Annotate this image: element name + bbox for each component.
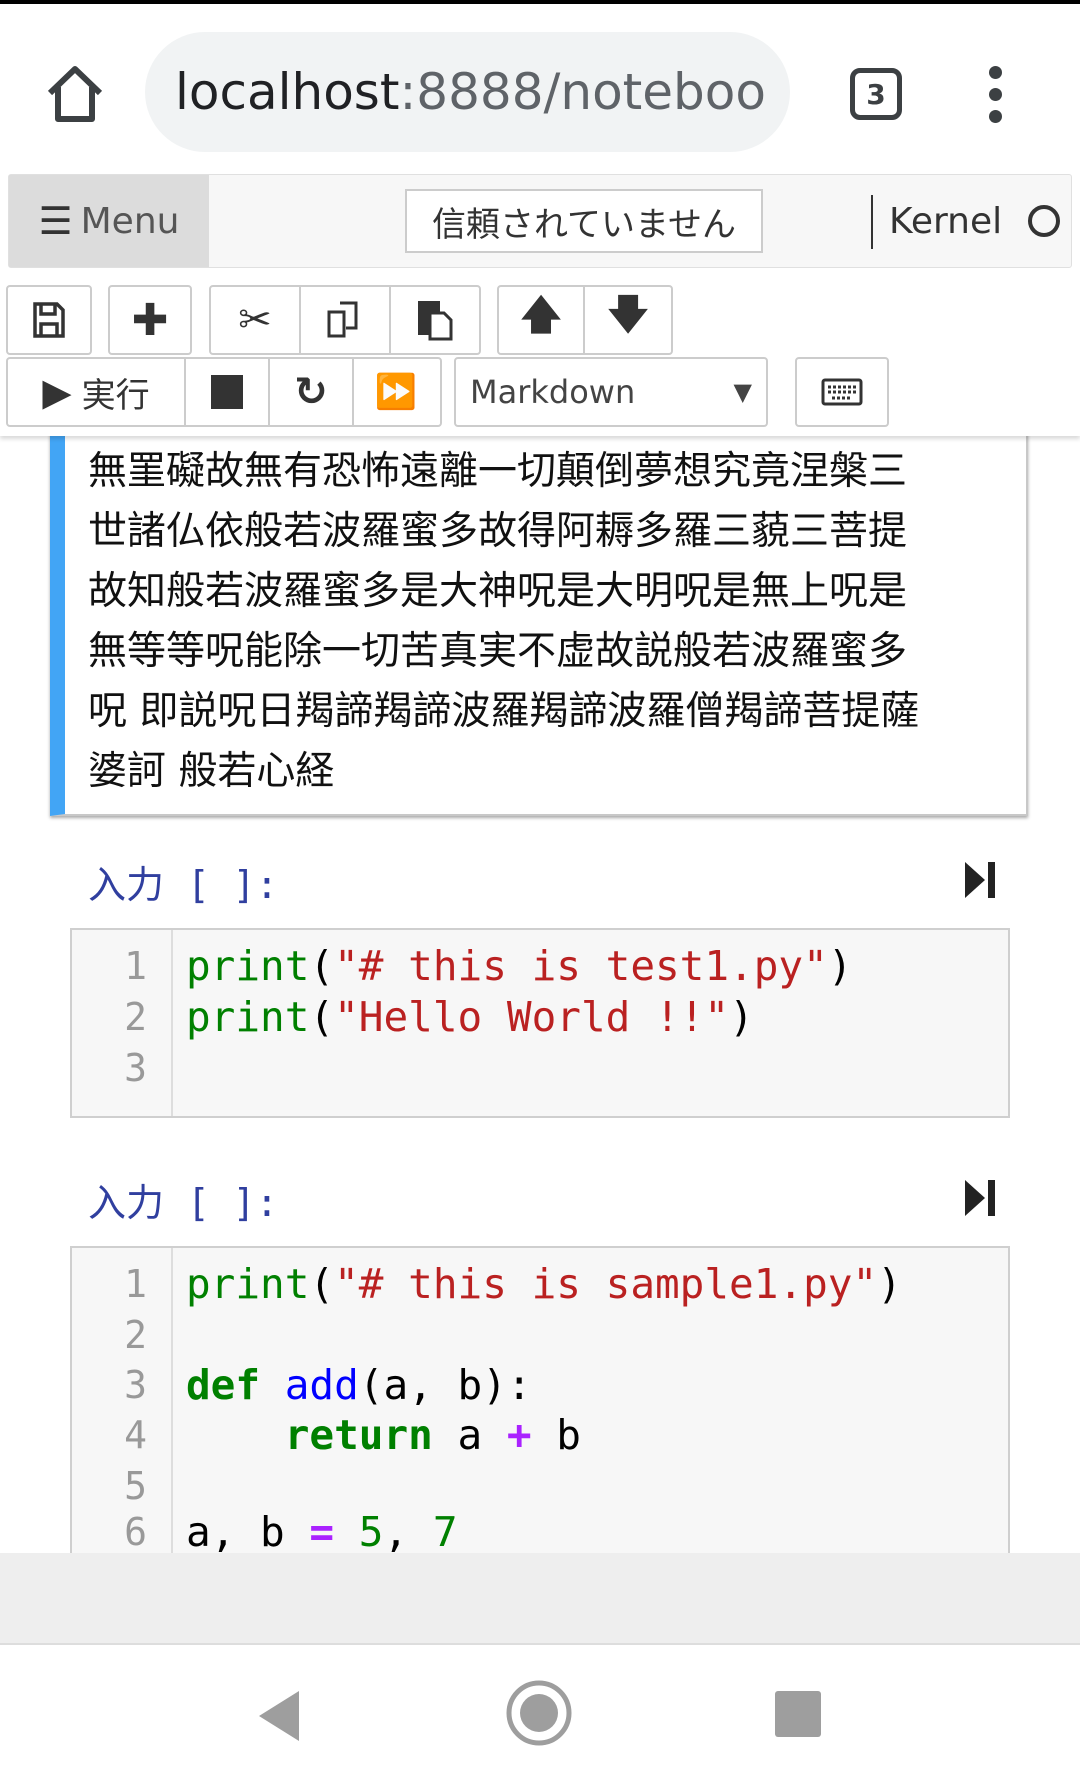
dropdown-arrow-icon: ▼ [733, 378, 752, 406]
home-nav-icon[interactable] [505, 1679, 573, 1747]
keyboard-shortcuts-button[interactable] [795, 357, 889, 427]
kernel-menu[interactable]: Kernel [889, 175, 1061, 267]
plus-icon: ✚ [131, 294, 169, 346]
hamburger-icon: ☰ [38, 199, 73, 243]
url-bar[interactable]: localhost:8888/noteboo [145, 32, 790, 152]
line-number: 4 [124, 1413, 147, 1457]
run-button[interactable]: ▶ 実行 [8, 359, 186, 425]
notebook-toolbar-area: ☰ Menu 信頼されていません Kernel ✚ ✂ 🡅 🡇 ▶ 実行 ↻ ⏩ M… [0, 172, 1080, 436]
move-down-button[interactable]: 🡇 [585, 287, 671, 353]
line-gutter: 1 2 3 4 5 6 [72, 1248, 173, 1553]
stop-icon [211, 375, 243, 409]
tab-switcher-button[interactable]: 3 [850, 68, 902, 120]
md-line: 故知般若波羅蜜多是大神呪是大明呪是無上呪是 [88, 569, 908, 614]
input-prompt: 入力 [ ]: [88, 1181, 279, 1225]
line-number: 3 [124, 1046, 147, 1090]
md-line: 世諸仏依般若波羅蜜多故得阿耨多羅三藐三菩提 [88, 509, 908, 554]
bottom-bar [0, 1553, 1080, 1645]
cell-type-select[interactable]: Markdown ▼ [454, 357, 768, 427]
markdown-text: 無罣礙故無有恐怖遠離一切顛倒夢想究竟涅槃三 世諸仏依般若波羅蜜多故得阿耨多羅三藐… [88, 442, 1018, 802]
code-cell-editor[interactable]: 1 2 3 4 5 6 print("# this is sample1.py"… [70, 1246, 1010, 1553]
interrupt-button[interactable] [186, 359, 270, 425]
move-up-button[interactable]: 🡅 [499, 287, 585, 353]
trust-button[interactable]: 信頼されていません [405, 189, 763, 253]
arrow-down-icon: 🡇 [607, 292, 649, 338]
line-number: 2 [124, 1313, 147, 1357]
menu-label: Menu [80, 200, 180, 242]
insert-cell-button[interactable]: ✚ [110, 287, 190, 353]
play-icon: ▶ [42, 370, 72, 414]
url-host: localhost [175, 63, 400, 121]
code-line: print("Hello World !!") [186, 993, 754, 1041]
save-button[interactable] [8, 287, 90, 353]
scissors-icon: ✂ [238, 297, 272, 343]
arrow-up-icon: 🡅 [520, 292, 562, 338]
browser-toolbar: localhost:8888/noteboo 3 [0, 4, 1080, 172]
md-line: 無等等呪能除一切苦真実不虚故説般若波羅蜜多 [88, 629, 908, 674]
kernel-label: Kernel [889, 200, 1003, 242]
line-number: 5 [124, 1464, 147, 1508]
copy-button[interactable] [301, 287, 391, 353]
home-icon[interactable] [40, 59, 110, 129]
run-label: 実行 [81, 375, 150, 416]
restart-button[interactable]: ↻ [270, 359, 354, 425]
paste-button[interactable] [391, 287, 479, 353]
line-number: 3 [124, 1363, 147, 1407]
cut-button[interactable]: ✂ [211, 287, 301, 353]
run-cell-icon[interactable] [963, 860, 997, 900]
copy-icon [327, 301, 358, 338]
line-number: 6 [124, 1510, 147, 1553]
line-number: 1 [124, 1262, 147, 1306]
code-line: a, b = 5, 7 [186, 1508, 458, 1553]
recents-icon[interactable] [775, 1691, 821, 1737]
run-cell-icon[interactable] [963, 1178, 997, 1218]
code-line: return a + b [284, 1411, 581, 1459]
cell-type-value: Markdown [470, 373, 636, 411]
more-options-icon[interactable] [985, 66, 1005, 126]
md-line: 呪 即説呪日羯諦羯諦波羅羯諦波羅僧羯諦菩提薩 [88, 689, 920, 734]
restart-icon: ↻ [294, 369, 328, 415]
menu-button[interactable]: ☰ Menu [9, 175, 209, 267]
line-gutter: 1 2 3 [72, 930, 173, 1116]
divider [871, 195, 873, 249]
save-icon [33, 302, 65, 338]
code-line: print("# this is sample1.py") [186, 1260, 902, 1308]
line-number: 2 [124, 995, 147, 1039]
line-number: 1 [124, 944, 147, 988]
code-line: def add(a, b): [186, 1361, 532, 1409]
code-line: print("# this is test1.py") [186, 942, 853, 990]
input-prompt: 入力 [ ]: [88, 863, 279, 907]
url-path: :8888/noteboo [399, 63, 766, 121]
back-icon[interactable] [255, 1689, 303, 1743]
notebook-header: ☰ Menu 信頼されていません Kernel [8, 174, 1072, 268]
keyboard-icon [821, 378, 863, 406]
notebook-page: 無罣礙故無有恐怖遠離一切顛倒夢想究竟涅槃三 世諸仏依般若波羅蜜多故得阿耨多羅三藐… [0, 172, 1080, 1553]
code-cell-editor[interactable]: 1 2 3 print("# this is test1.py") print(… [70, 928, 1010, 1118]
android-nav-bar [0, 1645, 1080, 1789]
restart-run-all-button[interactable]: ⏩ [354, 359, 438, 425]
paste-icon [418, 301, 453, 341]
md-line: 無罣礙故無有恐怖遠離一切顛倒夢想究竟涅槃三 [88, 449, 908, 494]
md-line: 婆訶 般若心経 [88, 749, 335, 794]
fast-forward-icon: ⏩ [374, 372, 418, 412]
kernel-status-icon [1028, 205, 1061, 237]
